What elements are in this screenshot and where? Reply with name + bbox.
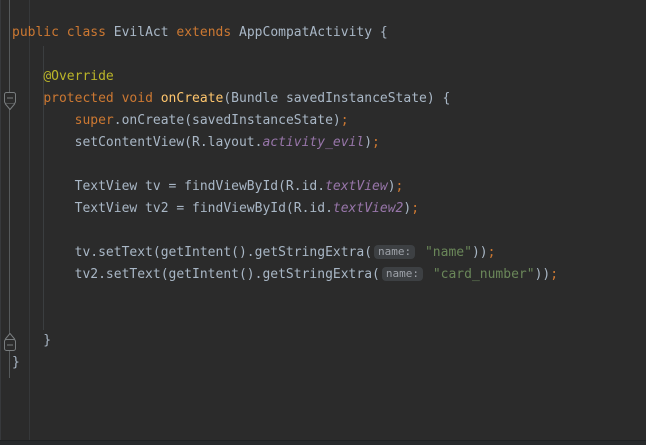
editor-bottom-strip xyxy=(0,441,646,445)
code-token xyxy=(59,25,67,40)
code-line[interactable] xyxy=(0,154,646,176)
code-token: onCreate xyxy=(161,91,224,106)
code-token xyxy=(417,245,425,260)
code-token xyxy=(425,267,433,282)
code-token: TextView tv = findViewById(R.id. xyxy=(12,179,325,194)
code-token: ; xyxy=(550,267,558,282)
code-token: ) xyxy=(403,201,411,216)
code-token: @Override xyxy=(43,69,113,84)
parameter-name-hint-inlay[interactable]: name: xyxy=(374,245,415,259)
code-line[interactable]: } xyxy=(0,352,646,374)
code-token: extends xyxy=(176,25,231,40)
code-token xyxy=(12,113,75,128)
code-token: textView2 xyxy=(333,201,403,216)
code-token: )) xyxy=(535,267,551,282)
code-line[interactable] xyxy=(0,308,646,330)
code-token: protected xyxy=(43,91,113,106)
code-editor: public class EvilAct extends AppCompatAc… xyxy=(0,0,646,445)
code-token: activity_evil xyxy=(262,135,364,150)
code-token: setContentView(R.layout. xyxy=(12,135,262,150)
code-token: ; xyxy=(372,135,380,150)
code-token: "name" xyxy=(425,245,472,260)
code-line[interactable]: super.onCreate(savedInstanceState); xyxy=(0,110,646,132)
code-token: tv.setText(getIntent().getStringExtra( xyxy=(12,245,372,260)
code-line[interactable] xyxy=(0,0,646,22)
code-token: )) xyxy=(472,245,488,260)
code-token: "card_number" xyxy=(433,267,535,282)
code-line[interactable]: setContentView(R.layout.activity_evil); xyxy=(0,132,646,154)
code-token xyxy=(12,91,43,106)
code-token xyxy=(114,91,122,106)
code-token: ) xyxy=(364,135,372,150)
code-token: ; xyxy=(396,179,404,194)
code-line[interactable]: public class EvilAct extends AppCompatAc… xyxy=(0,22,646,44)
code-token: class xyxy=(67,25,106,40)
code-line[interactable]: TextView tv = findViewById(R.id.textView… xyxy=(0,176,646,198)
code-line[interactable]: @Override xyxy=(0,66,646,88)
code-line[interactable]: } xyxy=(0,330,646,352)
code-token: } xyxy=(12,355,20,370)
code-line[interactable]: tv2.setText(getIntent().getStringExtra(n… xyxy=(0,264,646,286)
code-token: void xyxy=(122,91,153,106)
code-line[interactable] xyxy=(0,44,646,66)
code-token: public xyxy=(12,25,59,40)
code-line[interactable]: TextView tv2 = findViewById(R.id.textVie… xyxy=(0,198,646,220)
code-token: ; xyxy=(341,113,349,128)
code-token: TextView tv2 = findViewById(R.id. xyxy=(12,201,333,216)
code-line[interactable] xyxy=(0,220,646,242)
parameter-name-hint-inlay[interactable]: name: xyxy=(382,267,423,281)
code-token: AppCompatActivity { xyxy=(231,25,388,40)
code-token: ; xyxy=(488,245,496,260)
code-token: } xyxy=(12,333,51,348)
code-token: textView xyxy=(325,179,388,194)
code-token: (Bundle savedInstanceState) { xyxy=(223,91,450,106)
code-token xyxy=(153,91,161,106)
code-token: EvilAct xyxy=(106,25,176,40)
code-token: ; xyxy=(411,201,419,216)
code-token: .onCreate(savedInstanceState) xyxy=(114,113,341,128)
code-token: super xyxy=(75,113,114,128)
code-line[interactable] xyxy=(0,286,646,308)
code-token: tv2.setText(getIntent().getStringExtra( xyxy=(12,267,380,282)
code-token: ) xyxy=(388,179,396,194)
code-line[interactable]: tv.setText(getIntent().getStringExtra(na… xyxy=(0,242,646,264)
code-token xyxy=(12,69,43,84)
code-line[interactable]: protected void onCreate(Bundle savedInst… xyxy=(0,88,646,110)
code-lines[interactable]: public class EvilAct extends AppCompatAc… xyxy=(0,0,646,374)
